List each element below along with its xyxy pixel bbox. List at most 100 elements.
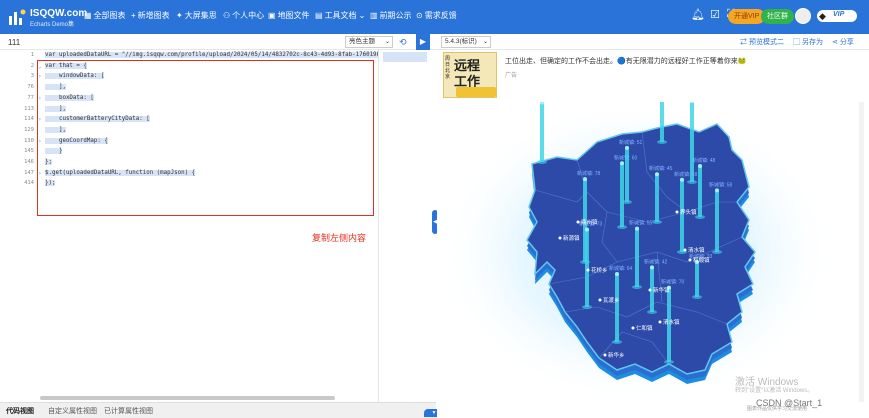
nav-label: 个人中心 (232, 11, 265, 20)
nav-label: 大屏集思 (184, 11, 217, 20)
feedback-icon: ⊙ (416, 11, 423, 20)
value-bar (655, 174, 659, 222)
editor-minimap[interactable] (378, 50, 432, 402)
theme-select-value: 亮色主题 (349, 38, 375, 45)
town-label: 新华镇 (653, 286, 670, 294)
town-label: 瓦渡乡 (603, 296, 620, 304)
run-button[interactable]: ▶ (416, 34, 430, 50)
bar-base (612, 340, 622, 344)
brand-subtitle: Echarts Demo集 (30, 22, 75, 28)
line-number: 145 (24, 148, 34, 155)
bar-base (617, 225, 627, 229)
value-bar (540, 102, 544, 162)
line-number: 77 (27, 94, 34, 101)
nav-map-files[interactable]: ▣ 地图文件 (268, 10, 310, 21)
bar-top (715, 188, 719, 193)
nav-notice[interactable]: ▥ 前期公示 (370, 10, 412, 21)
share-button[interactable]: ⋖ 分享 (832, 37, 854, 47)
town-dot (631, 326, 635, 330)
version-select[interactable]: 5.4.3(标识) ⌄ (441, 36, 491, 48)
minimap-viewport[interactable] (383, 52, 427, 62)
nav-label: 需求反馈 (424, 11, 457, 20)
bar-base (687, 180, 697, 184)
value-bar (715, 190, 719, 252)
line-number: 113 (24, 105, 34, 112)
preview-mode-button[interactable]: ⇄ 预览模式二 (740, 37, 784, 47)
bar-label: 新城镇: 64 (609, 265, 633, 272)
bar-top (655, 172, 659, 177)
town-dot (675, 210, 679, 214)
value-bar (615, 274, 619, 342)
bar-label: 新城镇: 78 (577, 170, 601, 177)
save-as-label: 另存为 (801, 39, 823, 46)
town-dot (683, 248, 687, 252)
ad-text: 工位出走、但确定的工作不会出走。🔵有无限潜力的远程好工作正等着你来🐸 (505, 58, 747, 65)
bar-label: 新城镇: 68 (674, 171, 698, 178)
theme-select[interactable]: 亮色主题 ⌄ (345, 36, 393, 48)
site-logo[interactable]: ISQQW.com Echarts Demo集 (8, 6, 87, 28)
bar-label: 新城镇: 70 (661, 279, 685, 286)
avatar[interactable] (795, 8, 811, 24)
save-as-button[interactable]: ▢ 另存为 (793, 37, 823, 47)
doc-icon: ▤ (315, 11, 323, 20)
value-bar (698, 166, 702, 217)
line-number: 114 (24, 116, 34, 123)
bar-base (537, 160, 547, 164)
value-bar (585, 229, 589, 307)
nav-profile[interactable]: ⚇ 个人中心 (223, 10, 264, 21)
line-count: 111 (8, 38, 21, 47)
chevron-down-icon: ⌄ (482, 39, 488, 45)
bar-base (622, 200, 632, 204)
value-bar (620, 163, 624, 227)
town-dot (688, 258, 692, 262)
town-label: 清水镇 (688, 246, 705, 254)
line-number: 2 (30, 62, 34, 69)
nav-tool-docs[interactable]: ▤ 工具文档 ⌄ (315, 10, 365, 21)
bar-top (625, 145, 629, 150)
nav-all-charts[interactable]: ▦ 全部图表 (84, 10, 126, 21)
bar-base (664, 360, 674, 364)
nav-new-chart[interactable]: + 新增图表 (131, 10, 170, 21)
bar-label: 新城镇: 48 (692, 157, 716, 164)
town-dot (658, 320, 662, 324)
highlight-box (37, 60, 374, 216)
bar-base (647, 310, 657, 314)
tab-custom-props[interactable]: 自定义属性视图 (48, 406, 97, 416)
value-bar (660, 72, 664, 142)
open-vip-badge[interactable]: 开通VIP (728, 9, 766, 24)
diamond-icon: ◆ (819, 11, 826, 21)
bar-base (712, 250, 722, 254)
line-number: 1 (30, 52, 34, 58)
ad-label: 广告 (505, 73, 518, 79)
nav-feedback[interactable]: ⊙ 需求反馈 (416, 10, 457, 21)
line-number: 147 (24, 169, 34, 176)
refresh-icon[interactable]: ⟲ (399, 37, 407, 48)
town-dot (558, 236, 562, 240)
vip-badge[interactable]: ◆ VIP (817, 10, 857, 22)
bar-label: 新城镇: 55 (629, 220, 653, 227)
star-icon: ✦ (176, 11, 183, 20)
community-badge[interactable]: 社区群 (761, 9, 794, 24)
town-label: 界头镇 (680, 208, 697, 216)
tab-computed-props[interactable]: 已计算属性视图 (104, 406, 153, 416)
map-chart[interactable]: 新城镇: 56新城镇: 60新城镇: 65新城镇: 48新城镇: 78新城镇: … (437, 64, 869, 407)
windows-activation-hint: 转到"设置"以激活 Windows。 (735, 388, 814, 394)
bar-base (632, 285, 642, 289)
version-select-value: 5.4.3(标识) (445, 38, 477, 45)
horizontal-scrollbar[interactable] (40, 396, 335, 400)
ad-image-side-text: 周 日 北京 (445, 56, 451, 80)
chevron-down-icon: ⌄ (384, 39, 390, 45)
nav-label: 新增图表 (137, 11, 170, 20)
preview-scrollbar[interactable] (859, 102, 864, 402)
bar-top (635, 226, 639, 231)
value-bar (695, 261, 699, 297)
bell-icon[interactable]: 🔔︎ (691, 8, 705, 22)
bar-top (585, 227, 589, 232)
ad-banner[interactable]: 周 日 北京 远程 工作 工位出走、但确定的工作不会出走。🔵有无限潜力的远程好工… (443, 52, 863, 100)
tab-code-view[interactable]: 代码视图 (6, 406, 34, 416)
csdn-watermark: CSDN @Start_1 (756, 398, 823, 408)
nav-dashboard[interactable]: ✦ 大屏集思 (176, 10, 217, 21)
line-number: 129 (24, 126, 34, 133)
message-icon[interactable]: ☑ (708, 8, 722, 22)
code-line[interactable]: var uploadedDataURL = "//img.isqqw.com/p… (45, 52, 384, 58)
